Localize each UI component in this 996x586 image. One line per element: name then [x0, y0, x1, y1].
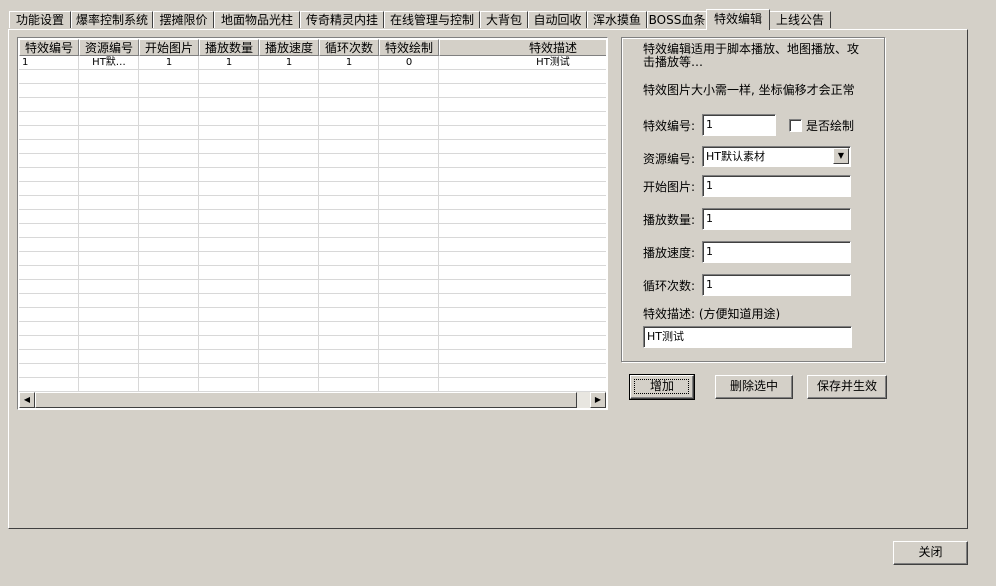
empty-row: [19, 266, 606, 280]
empty-row: [19, 294, 606, 308]
empty-row: [19, 98, 606, 112]
start-frame-label: 开始图片:: [643, 180, 696, 194]
cell-play-speed: 1: [285, 57, 293, 68]
cell-play-count: 1: [225, 57, 233, 68]
empty-row: [19, 322, 606, 336]
cell-loop-count: 1: [345, 57, 353, 68]
column-header-effect-id[interactable]: 特效编号: [19, 39, 79, 56]
tab-effect-editor[interactable]: 特效编辑: [706, 9, 770, 30]
effects-grid[interactable]: 特效编号 资源编号 开始图片 播放数量 播放速度 循环次数 特效绘制 特效描述 …: [17, 37, 608, 410]
column-header-loop-count[interactable]: 循环次数: [319, 39, 379, 56]
close-button[interactable]: 关闭: [893, 541, 968, 565]
column-header-resource-id[interactable]: 资源编号: [79, 39, 139, 56]
chevron-down-icon[interactable]: ▼: [833, 148, 849, 164]
empty-row: [19, 168, 606, 182]
column-header-draw-flag[interactable]: 特效绘制: [379, 39, 439, 56]
add-button[interactable]: 增加: [629, 374, 695, 400]
column-header-play-count[interactable]: 播放数量: [199, 39, 259, 56]
empty-row: [19, 196, 606, 210]
tab-legend-sprite-plugin[interactable]: 传奇精灵内挂: [300, 11, 384, 28]
grid-body: 1 HT默… 1 1 1 1 0 HT测试: [19, 56, 606, 394]
horizontal-scrollbar[interactable]: ◀ ▶: [19, 392, 606, 408]
column-header-play-speed[interactable]: 播放速度: [259, 39, 319, 56]
effect-id-label: 特效编号:: [643, 119, 696, 133]
save-and-apply-button[interactable]: 保存并生效: [807, 375, 887, 399]
scrollbar-thumb[interactable]: [35, 392, 577, 408]
empty-row: [19, 140, 606, 154]
draw-checkbox[interactable]: [789, 119, 802, 132]
scroll-right-icon[interactable]: ▶: [590, 392, 606, 408]
empty-row: [19, 336, 606, 350]
tab-stall-price-limit[interactable]: 摆摊限价: [153, 11, 214, 28]
loop-count-field[interactable]: 1: [702, 274, 851, 296]
tab-auto-recycle[interactable]: 自动回收: [528, 11, 587, 28]
tab-online-management[interactable]: 在线管理与控制: [384, 11, 480, 28]
play-count-label: 播放数量:: [643, 213, 696, 227]
empty-row: [19, 238, 606, 252]
empty-row: [19, 378, 606, 392]
empty-row: [19, 350, 606, 364]
empty-row: [19, 70, 606, 84]
column-header-description[interactable]: 特效描述: [439, 39, 606, 56]
empty-row: [19, 154, 606, 168]
draw-checkbox-label: 是否绘制: [806, 119, 855, 133]
play-count-field[interactable]: 1: [702, 208, 851, 230]
empty-row: [19, 364, 606, 378]
empty-row: [19, 210, 606, 224]
table-row[interactable]: 1 HT默… 1 1 1 1 0 HT测试: [19, 56, 606, 70]
resource-id-selected-value: HT默认素材: [706, 150, 765, 163]
cell-resource-id: HT默…: [92, 57, 126, 68]
tab-ground-item-beam[interactable]: 地面物品光柱: [214, 11, 300, 28]
start-frame-field[interactable]: 1: [702, 175, 851, 197]
empty-row: [19, 182, 606, 196]
tab-drop-rate-control[interactable]: 爆率控制系统: [71, 11, 153, 28]
effect-id-field[interactable]: 1: [702, 114, 776, 136]
empty-row: [19, 126, 606, 140]
empty-row: [19, 308, 606, 322]
tab-function-settings[interactable]: 功能设置: [9, 11, 71, 28]
usage-note: 特效编辑适用于脚本播放、地图播放、攻击播放等…: [643, 42, 860, 69]
play-speed-label: 播放速度:: [643, 246, 696, 260]
resource-id-select[interactable]: HT默认素材 ▼: [702, 146, 851, 167]
scroll-left-icon[interactable]: ◀: [19, 392, 35, 408]
image-size-note: 特效图片大小需一样, 坐标偏移才会正常: [643, 83, 855, 97]
tab-big-backpack[interactable]: 大背包: [480, 11, 528, 28]
play-speed-field[interactable]: 1: [702, 241, 851, 263]
cell-description: HT测试: [536, 57, 570, 68]
tab-fishing-troubled-water[interactable]: 浑水摸鱼: [587, 11, 647, 28]
tab-boss-hp-bar[interactable]: BOSS血条: [647, 11, 707, 28]
empty-row: [19, 84, 606, 98]
column-header-start-frame[interactable]: 开始图片: [139, 39, 199, 56]
cell-start-frame: 1: [165, 57, 173, 68]
cell-draw-flag: 0: [405, 57, 413, 68]
resource-id-label: 资源编号:: [643, 152, 696, 166]
empty-row: [19, 224, 606, 238]
tab-login-announcement[interactable]: 上线公告: [769, 11, 831, 28]
empty-row: [19, 112, 606, 126]
description-label: 特效描述: (方便知道用途): [643, 307, 781, 321]
empty-row: [19, 280, 606, 294]
empty-row: [19, 252, 606, 266]
add-button-label: 增加: [649, 379, 674, 393]
delete-selected-button[interactable]: 删除选中: [715, 375, 793, 399]
description-field[interactable]: HT测试: [643, 326, 852, 348]
loop-count-label: 循环次数:: [643, 279, 696, 293]
cell-effect-id: 1: [22, 57, 29, 68]
